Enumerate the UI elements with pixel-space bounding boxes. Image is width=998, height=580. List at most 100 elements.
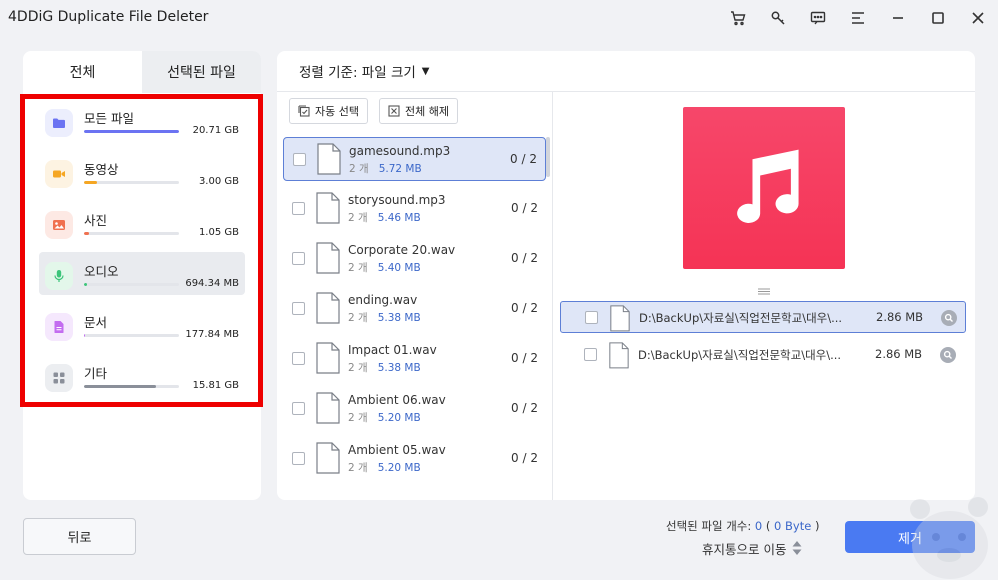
file-name: Impact 01.wav: [348, 343, 437, 357]
duplicate-file-list: gamesound.mp3 2 개 5.72 MB 0 / 2 storysound.m…: [277, 135, 552, 495]
file-size: 5.38 MB: [377, 312, 421, 324]
file-row[interactable]: Ambient 05.wav 2 개 5.20 MB 0 / 2: [283, 437, 546, 481]
selected-count: 0 / 2: [511, 451, 538, 465]
highlight-box: [20, 94, 263, 407]
file-meta: 2 개 5.20 MB: [348, 460, 421, 475]
back-button[interactable]: 뒤로: [23, 518, 136, 555]
file-name: gamesound.mp3: [349, 144, 451, 158]
file-checkbox[interactable]: [292, 402, 305, 415]
file-checkbox[interactable]: [292, 302, 305, 315]
file-checkbox[interactable]: [292, 202, 305, 215]
magnifier-icon[interactable]: [940, 347, 956, 363]
file-meta: 2 개 5.38 MB: [348, 360, 421, 375]
move-to-trash-select[interactable]: 휴지통으로 이동: [702, 539, 802, 557]
file-icon: [316, 192, 340, 224]
file-icon: [316, 292, 340, 324]
file-size: 2.86 MB: [876, 310, 924, 324]
file-checkbox[interactable]: [293, 153, 306, 166]
selected-count: 0 / 2: [511, 351, 538, 365]
sort-label: 정렬 기준: 파일 크기: [299, 65, 416, 81]
file-meta: 2 개 5.46 MB: [348, 210, 421, 225]
divider: [552, 92, 553, 500]
deselect-all-icon: [388, 105, 400, 117]
move-to-trash-label: 휴지통으로 이동: [702, 541, 787, 557]
deselect-all-label: 전체 해제: [405, 105, 449, 118]
file-size: 5.20 MB: [377, 412, 421, 424]
file-size: 5.38 MB: [377, 362, 421, 374]
music-note-icon: [737, 149, 799, 223]
duplicate-location-row[interactable]: D:\BackUp\자료실\직업전문학교\대우\... 2.86 MB: [560, 339, 966, 371]
selected-count: 0 / 2: [510, 152, 537, 166]
auto-select-icon: [298, 105, 310, 117]
feedback-icon[interactable]: [798, 0, 838, 36]
audio-preview: [683, 107, 845, 269]
file-row[interactable]: storysound.mp3 2 개 5.46 MB 0 / 2: [283, 187, 546, 231]
selected-count: 0 / 2: [511, 401, 538, 415]
file-meta: 2 개 5.38 MB: [348, 310, 421, 325]
file-name: Corporate 20.wav: [348, 243, 456, 257]
selected-summary: 선택된 파일 개수: 0 ( 0 Byte ): [666, 518, 819, 534]
file-count: 2 개: [348, 312, 368, 324]
selected-count: 0 / 2: [511, 301, 538, 315]
file-checkbox[interactable]: [292, 252, 305, 265]
file-row[interactable]: Impact 01.wav 2 개 5.38 MB 0 / 2: [283, 337, 546, 381]
selected-prefix: 선택된 파일 개수:: [666, 519, 755, 533]
up-down-arrow-icon: [792, 541, 802, 555]
file-path: D:\BackUp\자료실\직업전문학교\대우\...: [639, 311, 843, 325]
file-checkbox[interactable]: [292, 352, 305, 365]
file-row[interactable]: Corporate 20.wav 2 개 5.40 MB 0 / 2: [283, 237, 546, 281]
selected-count: 0 / 2: [511, 251, 538, 265]
duplicate-location-row[interactable]: D:\BackUp\자료실\직업전문학교\대우\... 2.86 MB: [560, 301, 966, 333]
deselect-all-button[interactable]: 전체 해제: [379, 98, 458, 124]
location-checkbox[interactable]: [584, 348, 597, 361]
close-icon[interactable]: [958, 0, 998, 36]
file-icon: [609, 342, 629, 369]
app-title: 4DDiG Duplicate File Deleter: [8, 9, 209, 25]
minimize-icon[interactable]: [878, 0, 918, 36]
key-icon[interactable]: [758, 0, 798, 36]
file-row[interactable]: Ambient 06.wav 2 개 5.20 MB 0 / 2: [283, 387, 546, 431]
tab-bar: 전체 선택된 파일: [23, 51, 261, 93]
cart-icon[interactable]: [718, 0, 758, 36]
file-meta: 2 개 5.72 MB: [349, 161, 422, 176]
maximize-icon[interactable]: [918, 0, 958, 36]
file-name: ending.wav: [348, 293, 418, 307]
selected-suffix: ): [811, 519, 820, 533]
file-count: 2 개: [348, 462, 368, 474]
file-list-scrollbar[interactable]: [546, 137, 550, 177]
file-count: 2 개: [348, 212, 368, 224]
file-icon: [316, 392, 340, 424]
file-icon: [316, 442, 340, 474]
file-size: 5.72 MB: [378, 163, 422, 175]
caret-down-icon: ▼: [421, 65, 430, 77]
mascot-watermark: [910, 497, 988, 579]
file-icon: [316, 242, 340, 274]
resize-grip-icon[interactable]: [758, 288, 770, 295]
file-checkbox[interactable]: [292, 452, 305, 465]
file-count: 2 개: [349, 163, 369, 175]
file-row[interactable]: ending.wav 2 개 5.38 MB 0 / 2: [283, 287, 546, 331]
divider: [277, 91, 975, 92]
location-checkbox[interactable]: [585, 311, 598, 324]
titlebar-controls: [718, 0, 998, 36]
file-count: 2 개: [348, 262, 368, 274]
tab-selected-files[interactable]: 선택된 파일: [142, 51, 261, 93]
selected-mid: (: [762, 519, 775, 533]
file-name: Ambient 05.wav: [348, 443, 446, 457]
file-count: 2 개: [348, 412, 368, 424]
selected-count: 0 / 2: [511, 201, 538, 215]
file-count: 2 개: [348, 362, 368, 374]
file-icon: [610, 305, 630, 332]
file-row[interactable]: gamesound.mp3 2 개 5.72 MB 0 / 2: [283, 137, 546, 181]
file-path: D:\BackUp\자료실\직업전문학교\대우\...: [638, 348, 842, 362]
file-meta: 2 개 5.40 MB: [348, 260, 421, 275]
auto-select-button[interactable]: 자동 선택: [289, 98, 368, 124]
file-name: Ambient 06.wav: [348, 393, 446, 407]
auto-select-label: 자동 선택: [315, 105, 359, 118]
file-meta: 2 개 5.20 MB: [348, 410, 421, 425]
magnifier-icon[interactable]: [941, 310, 957, 326]
menu-icon[interactable]: [838, 0, 878, 36]
results-panel: 정렬 기준: 파일 크기 ▼ 자동 선택 전체 해제 gamesound.mp3…: [277, 51, 975, 500]
tab-all[interactable]: 전체: [23, 51, 142, 93]
sort-dropdown[interactable]: 정렬 기준: 파일 크기 ▼: [299, 61, 430, 81]
